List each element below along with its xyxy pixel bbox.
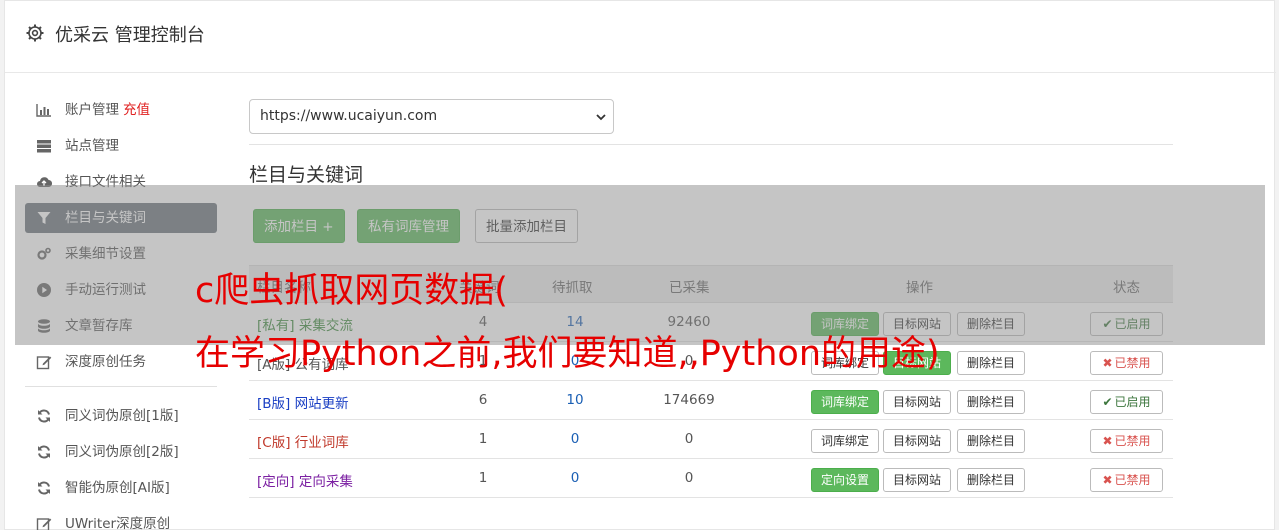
chevron-down-icon [596, 114, 606, 121]
keyword-count: 1 [478, 431, 488, 447]
overlay-title-line2: 在学习Python之前,我们要知道,,Python的用途) [195, 334, 940, 374]
status-label: 已禁用 [1114, 356, 1151, 370]
refresh-icon [38, 409, 50, 423]
column-name-link[interactable]: [定向] 定向采集 [257, 470, 353, 490]
keyword-count: 1 [478, 470, 488, 486]
status-label: 已禁用 [1114, 434, 1151, 448]
sidebar-item-label: 同义词伪原创[1版] [65, 408, 179, 424]
page-title: 优采云 管理控制台 [55, 25, 205, 46]
site-select-value: https://www.ucaiyun.com [260, 108, 438, 124]
status-toggle[interactable]: ✔已启用 [1090, 390, 1163, 414]
column-tag: [定向] [257, 474, 295, 490]
bar-chart-icon [36, 104, 51, 117]
sidebar-item-label: UWriter深度原创 [65, 516, 171, 530]
section-title: 栏目与关键词 [249, 164, 364, 186]
collected-count: 174669 [663, 392, 715, 408]
server-icon [37, 140, 51, 153]
check-icon: ✔ [1102, 395, 1113, 409]
image-overlay [15, 185, 1265, 345]
target-site-button[interactable]: 目标网站 [883, 390, 952, 414]
overlay-title-line1: c爬虫抓取网页数据( [195, 271, 508, 311]
delete-column-button[interactable]: 删除栏目 [957, 429, 1026, 453]
status-toggle[interactable]: ✖ 已禁用 [1090, 429, 1163, 453]
header-bar: 优采云 管理控制台 [5, 1, 1276, 73]
column-name: 网站更新 [294, 396, 349, 412]
op1-button[interactable]: 定向设置 [811, 468, 880, 492]
pending-count[interactable]: 10 [545, 392, 605, 408]
site-select[interactable]: https://www.ucaiyun.com [249, 99, 614, 134]
pending-count[interactable]: 0 [545, 431, 605, 447]
sidebar-item-ai-rewrite[interactable]: 智能伪原创[AI版] [25, 473, 217, 503]
column-tag: [C版] [257, 435, 291, 451]
op1-button[interactable]: 词库绑定 [811, 429, 880, 453]
edit-icon [36, 356, 52, 370]
sidebar-item-label: 智能伪原创[AI版] [65, 480, 170, 496]
sidebar-item-sites[interactable]: 站点管理 [25, 131, 217, 161]
status-toggle[interactable]: ✖ 已禁用 [1090, 351, 1163, 375]
close-icon: ✖ [1102, 434, 1113, 448]
sidebar-item-label: 深度原创任务 [65, 354, 146, 370]
sidebar-item-account[interactable]: 账户管理 充值 [25, 95, 217, 125]
table-row: [B版] 网站更新 6 10 174669 词库绑定 目标网站 删除栏目 ✔ 已启用 [249, 381, 1173, 420]
column-tag: [B版] [257, 396, 291, 412]
sidebar-item-label: 同义词伪原创[2版] [65, 444, 179, 460]
divider [249, 144, 1173, 145]
delete-column-button[interactable]: 删除栏目 [957, 468, 1026, 492]
target-site-button[interactable]: 目标网站 [883, 429, 952, 453]
sidebar-divider [25, 386, 217, 387]
column-name: 行业词库 [294, 435, 349, 451]
sidebar-item-synonym-v1[interactable]: 同义词伪原创[1版] [25, 401, 217, 431]
sidebar-item-uwriter[interactable]: UWriter深度原创 [25, 509, 217, 530]
status-toggle[interactable]: ✖ 已禁用 [1090, 468, 1163, 492]
close-icon: ✖ [1102, 473, 1113, 487]
recharge-link[interactable]: 充值 [123, 102, 150, 118]
table-row: [定向] 定向采集 1 0 0 定向设置 目标网站 删除栏目 ✖ 已禁用 [249, 459, 1173, 498]
collected-count: 0 [684, 431, 694, 447]
keyword-count: 6 [478, 392, 488, 408]
close-icon: ✖ [1102, 356, 1113, 370]
column-name-link[interactable]: [C版] 行业词库 [257, 431, 349, 451]
table-row: [C版] 行业词库 1 0 0 词库绑定 目标网站 删除栏目 ✖ 已禁用 [249, 420, 1173, 459]
op1-button[interactable]: 词库绑定 [811, 390, 880, 414]
sidebar-item-label: 站点管理 [65, 138, 119, 154]
collected-count: 0 [684, 470, 694, 486]
sidebar-item-label: 账户管理 [65, 102, 119, 118]
status-label: 已禁用 [1114, 473, 1151, 487]
gear-icon [26, 24, 44, 42]
refresh-icon [38, 481, 50, 495]
delete-column-button[interactable]: 删除栏目 [957, 390, 1026, 414]
column-name-link[interactable]: [B版] 网站更新 [257, 392, 349, 412]
target-site-button[interactable]: 目标网站 [883, 468, 952, 492]
sidebar-item-deep-original[interactable]: 深度原创任务 [25, 347, 217, 377]
column-name: 定向采集 [298, 474, 353, 490]
edit-icon [36, 518, 52, 530]
pending-count[interactable]: 0 [545, 470, 605, 486]
status-label: 已启用 [1114, 395, 1151, 409]
refresh-icon [38, 445, 50, 459]
sidebar-item-synonym-v2[interactable]: 同义词伪原创[2版] [25, 437, 217, 467]
delete-column-button[interactable]: 删除栏目 [957, 351, 1026, 375]
